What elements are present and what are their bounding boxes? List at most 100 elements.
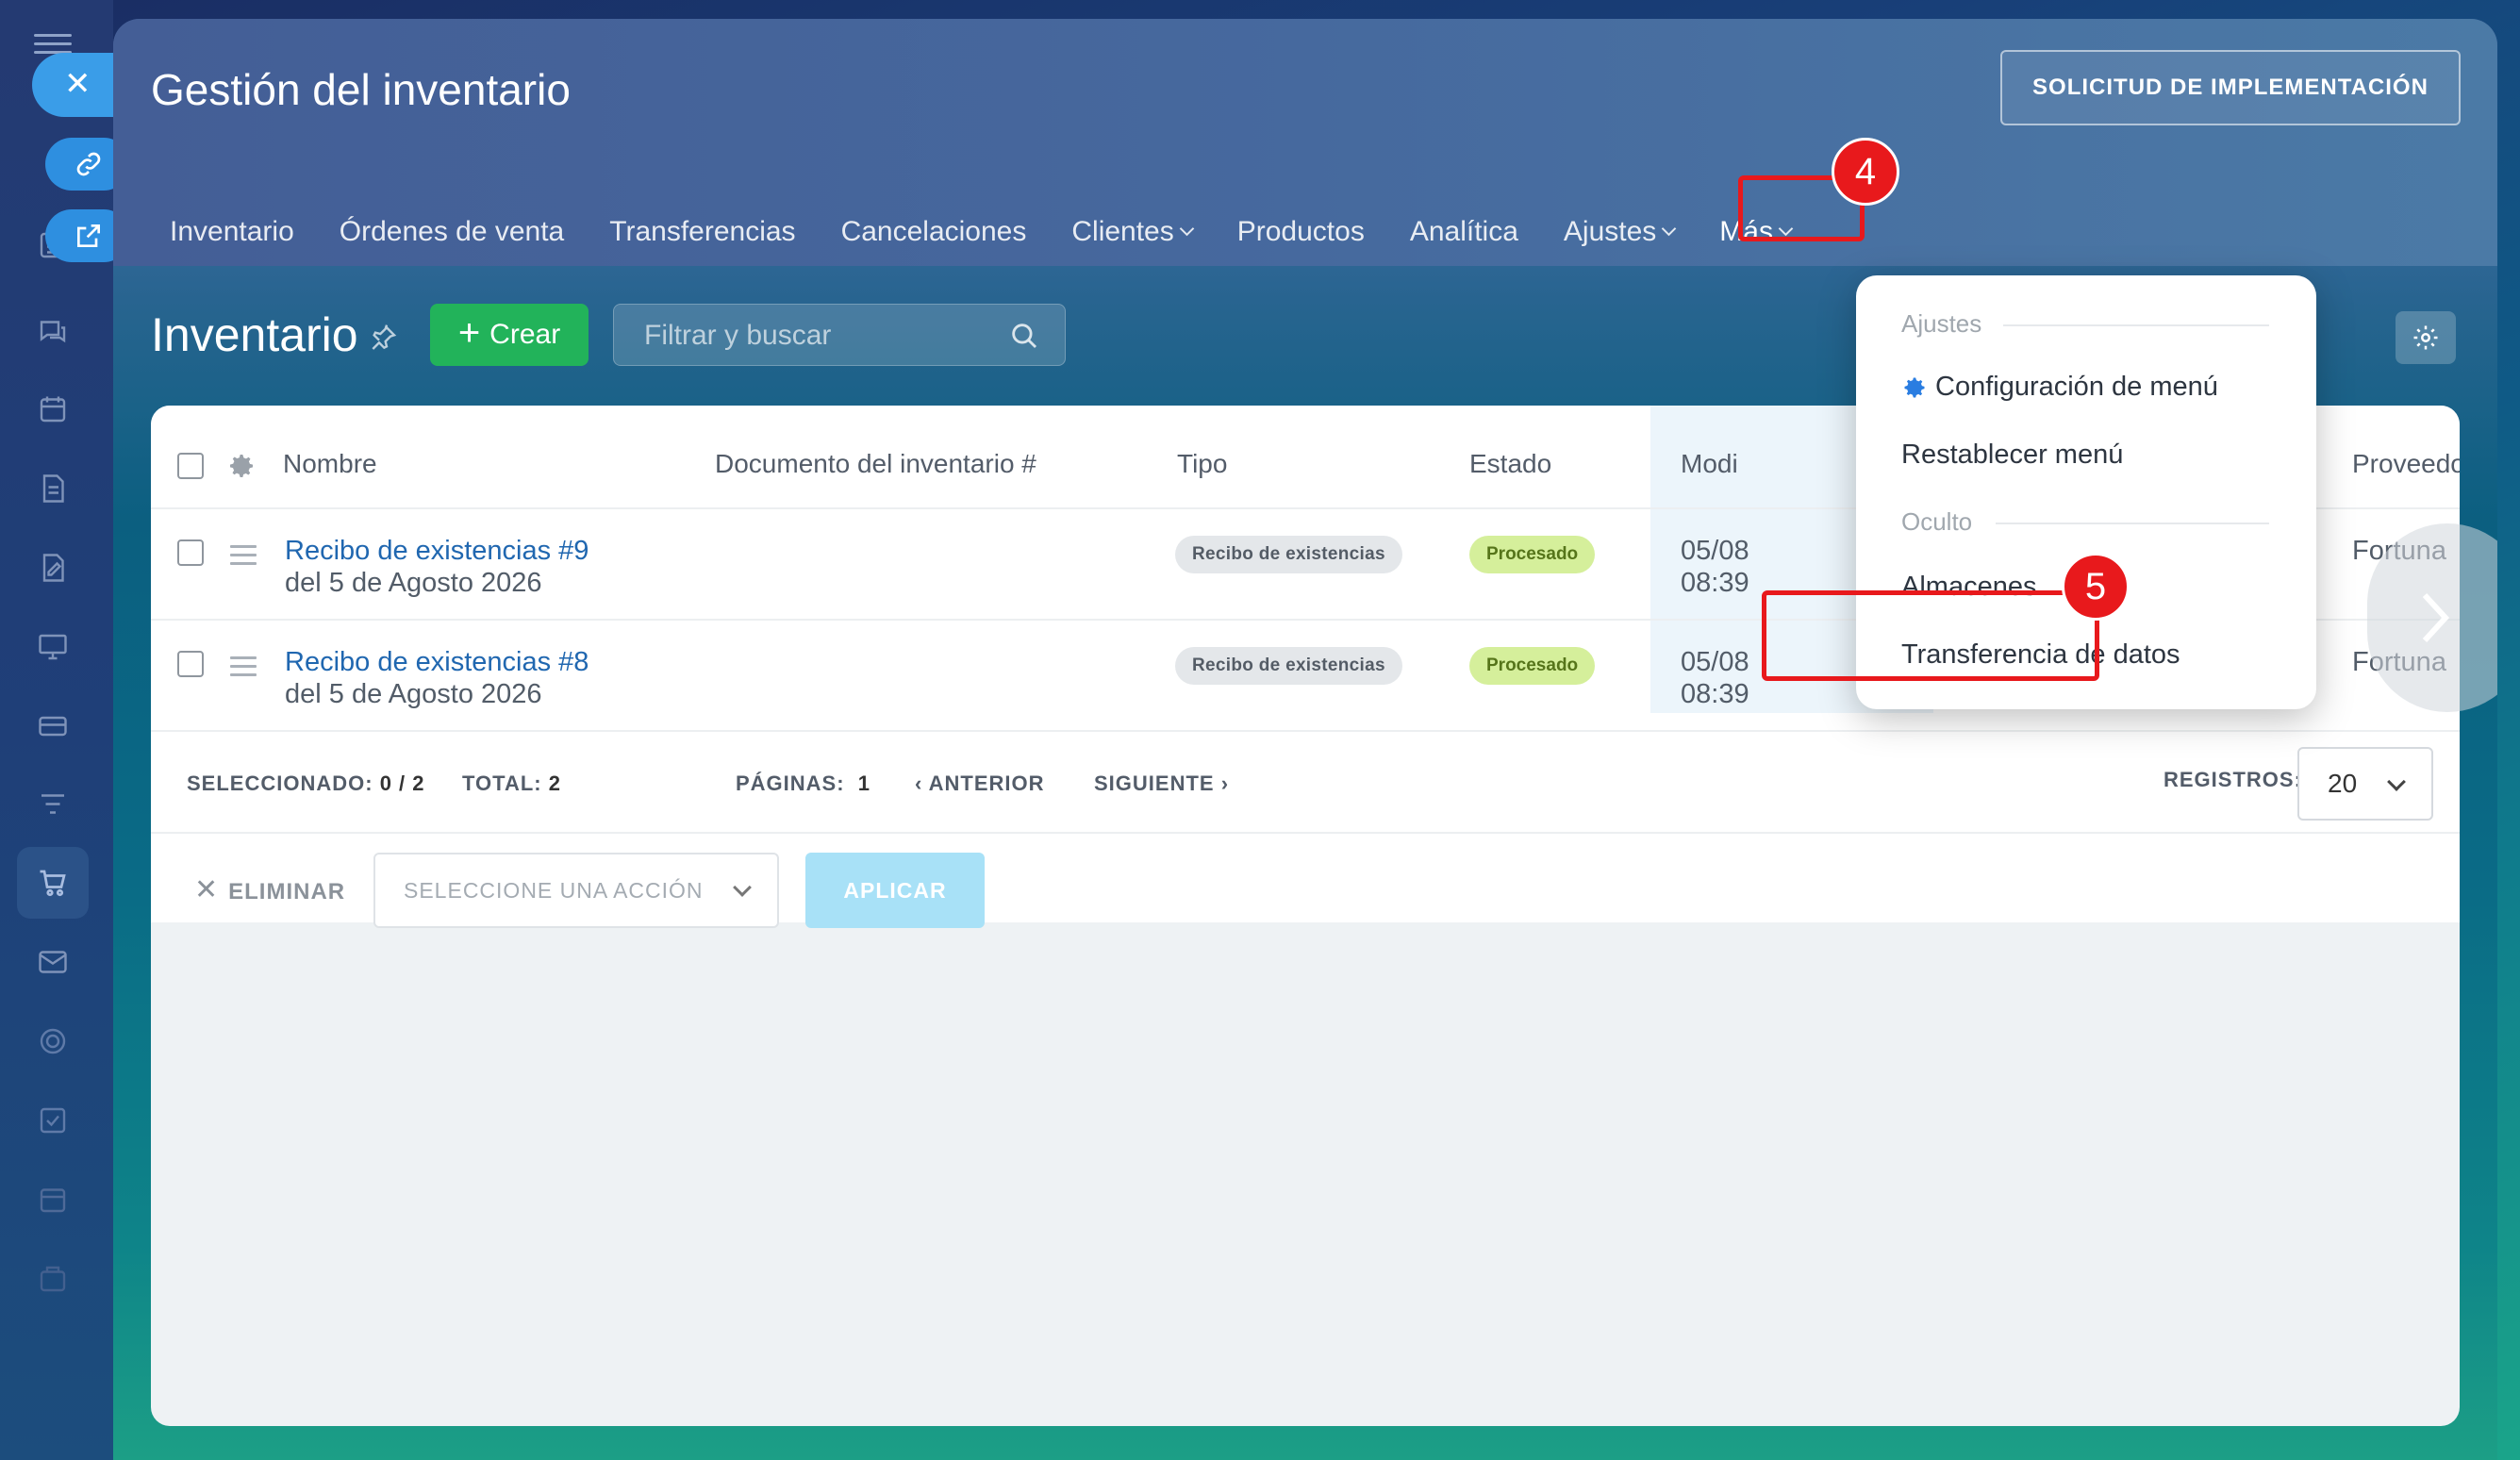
step-badge-5: 5 [2062,553,2130,621]
records-value: 20 [2328,769,2358,798]
chevron-down-icon [2387,772,2406,791]
column-header-type[interactable]: Tipo [1177,449,1227,479]
dropdown-item-config-menu[interactable]: Configuración de menú [1901,372,2218,403]
chevron-left-icon: ‹ [915,771,929,795]
nav-label: Inventario [170,216,294,247]
mail-icon[interactable] [32,941,74,983]
nav-item-analytics[interactable]: Analítica [1410,216,1518,248]
chat-icon[interactable] [32,311,74,353]
top-nav: Inventario Órdenes de venta Transferenci… [170,194,1836,270]
cart-icon[interactable] [32,862,74,904]
divider [151,832,2460,834]
total-value: 2 [548,771,561,795]
gear-icon [2413,325,2438,350]
box-icon[interactable] [32,1258,74,1300]
dropdown-section-settings: Ajustes [1901,309,1982,338]
next-page-button[interactable]: SIGUIENTE › [1094,771,1229,796]
status-badge: Procesado [1469,647,1596,685]
create-label: Crear [489,319,561,350]
chevron-down-icon [1179,221,1195,236]
nav-item-inventory[interactable]: Inventario [170,216,294,248]
prev-page-button[interactable]: ‹ ANTERIOR [915,771,1045,796]
row-modified-time: 08:39 [1681,568,1749,598]
row-modified-time: 08:39 [1681,679,1749,709]
implementation-request-button[interactable]: SOLICITUD DE IMPLEMENTACIÓN [2000,50,2461,125]
nav-item-clients[interactable]: Clientes [1071,216,1195,248]
nav-item-settings[interactable]: Ajustes [1563,216,1677,248]
card-icon[interactable] [32,705,74,747]
gear-icon [1904,377,1925,397]
row-menu-icon[interactable] [230,545,257,571]
scroll-right-button[interactable] [2367,523,2497,712]
divider [151,730,2460,732]
column-header-supplier[interactable]: Proveedo [2352,449,2460,479]
filter-icon[interactable] [32,785,74,826]
search-icon[interactable] [1008,320,1040,352]
select-all-checkbox[interactable] [177,453,204,479]
column-header-modified[interactable]: Modi [1681,449,1738,479]
type-badge: Recibo de existencias [1175,647,1402,685]
chevron-down-icon [1662,221,1677,236]
row-checkbox[interactable] [177,651,204,677]
row-menu-icon[interactable] [230,656,257,682]
nav-label: Órdenes de venta [339,216,565,247]
nav-item-sales-orders[interactable]: Órdenes de venta [340,216,565,248]
chevron-right-icon: › [1214,771,1230,795]
total-label: TOTAL: [462,771,542,795]
pages-value: 1 [857,771,871,795]
selected-label: SELECCIONADO: [187,771,373,795]
row-name-link[interactable]: Recibo de existencias #8 [285,647,589,678]
search-input[interactable] [644,318,1003,354]
type-badge: Recibo de existencias [1175,536,1402,573]
plus-icon: + [457,312,481,354]
delete-button[interactable]: ✕ ELIMINAR [194,873,345,906]
calendar-icon[interactable] [32,389,74,430]
column-header-name[interactable]: Nombre [283,449,377,479]
row-checkbox[interactable] [177,539,204,566]
column-header-status[interactable]: Estado [1469,449,1551,479]
circle-icon[interactable] [32,1020,74,1062]
action-select-placeholder: SELECCIONE UNA ACCIÓN [404,877,704,903]
nav-item-transfers[interactable]: Transferencias [609,216,795,248]
action-select[interactable]: SELECCIONE UNA ACCIÓN [373,853,779,928]
close-icon: ✕ [64,66,91,102]
apply-button[interactable]: APLICAR [805,853,985,928]
nav-item-cancellations[interactable]: Cancelaciones [841,216,1027,248]
monitor-icon[interactable] [32,626,74,668]
selected-counter: SELECCIONADO: 0 / 2 [187,771,425,796]
dropdown-item-label: Configuración de menú [1935,372,2218,402]
edit-document-icon[interactable] [32,547,74,589]
external-link-icon [77,224,100,247]
dropdown-item-reset-menu[interactable]: Restablecer menú [1901,440,2123,471]
records-per-page-select[interactable]: 20 [2297,747,2433,821]
prev-label: ANTERIOR [928,771,1045,795]
inventory-panel: Gestión del inventario SOLICITUD DE IMPL… [113,19,2497,1460]
page-title: Gestión del inventario [151,65,571,114]
divider [1996,523,2269,524]
chevron-right-icon [2422,592,2450,643]
row-modified-date: 05/08 [1681,647,1749,677]
nav-label: Ajustes [1563,216,1657,247]
nav-label: Cancelaciones [840,216,1027,247]
create-button[interactable]: + Crear [430,304,589,366]
gear-icon[interactable] [226,451,257,481]
selected-value: 0 / 2 [379,771,425,795]
column-header-document[interactable]: Documento del inventario # [715,449,1036,479]
nav-item-products[interactable]: Productos [1237,216,1365,248]
pin-icon[interactable] [368,323,398,353]
section-title: Inventario [151,308,358,361]
step-badge-4: 4 [1832,138,1899,206]
nav-label: Clientes [1071,216,1174,247]
nav-label: Analítica [1409,216,1518,247]
row-date: del 5 de Agosto 2026 [285,679,542,709]
nav-label: Transferencias [609,216,796,247]
dropdown-section-hidden: Oculto [1901,507,1973,536]
grid-calendar-icon[interactable] [32,1179,74,1220]
pages-label: PÁGINAS: [736,771,845,795]
row-name-link[interactable]: Recibo de existencias #9 [285,536,589,567]
search-box[interactable] [613,304,1066,366]
document-icon[interactable] [32,468,74,509]
chevron-down-icon [733,878,752,897]
settings-button[interactable] [2396,311,2456,364]
checkbox-icon[interactable] [32,1100,74,1141]
